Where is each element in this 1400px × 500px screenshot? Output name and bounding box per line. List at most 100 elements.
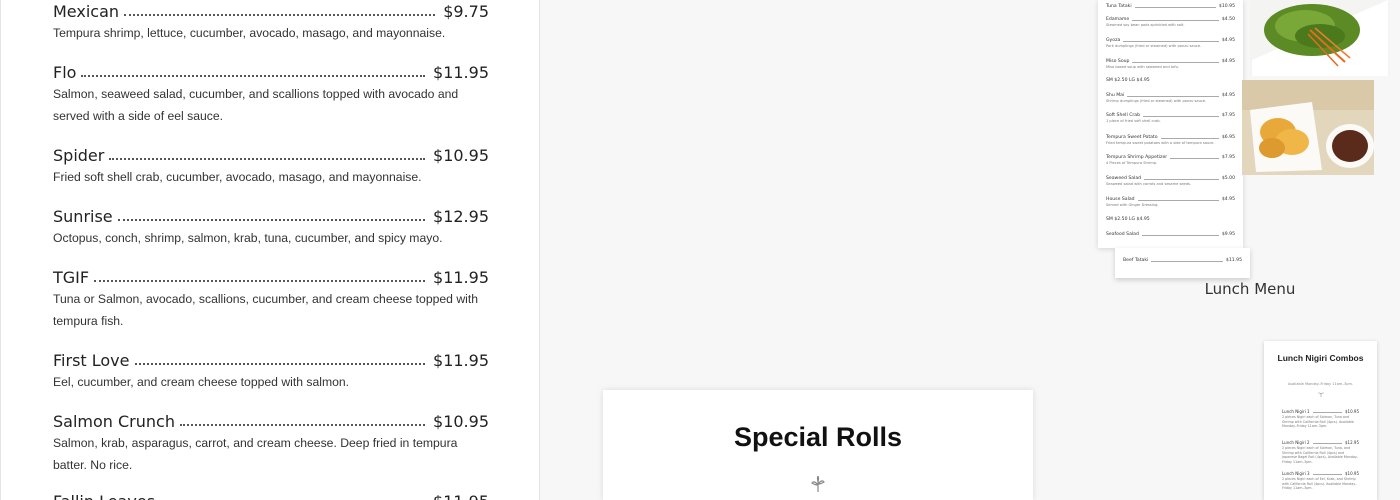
mini-item-name: Beef Tataki	[1123, 258, 1149, 263]
mini-item-price: $12.95	[1345, 440, 1359, 445]
mini-item-desc: 2 pieces Nigiri each of Salmon, Tuna, an…	[1282, 446, 1359, 464]
item-price: $9.75	[443, 2, 489, 21]
nigiri-combo-row: Lunch Nigiri 3 $10.95 2 pieces Nigiri each…	[1282, 471, 1359, 491]
leader-dots	[179, 424, 426, 426]
leader-line	[1312, 474, 1342, 475]
mini-item-name: Edamame	[1106, 17, 1130, 22]
leader-dots	[124, 14, 436, 16]
menu-item: Spider $10.95 Fried soft shell crab, cucu…	[53, 146, 489, 189]
lunch-menu-thumbnail-page-2[interactable]: Beef Tataki $11.95	[1115, 248, 1250, 278]
mini-item-name: Miso Soup	[1106, 59, 1130, 64]
item-price: $10.95	[433, 412, 489, 431]
mini-menu-row: Miso Soup $4.95 Miso based soup with seawe…	[1106, 59, 1235, 69]
item-price: $11.95	[433, 492, 489, 500]
item-description: Fried soft shell crab, cucumber, avocado…	[53, 170, 422, 184]
mini-item-name: Lunch Nigiri 2	[1282, 440, 1310, 445]
leader-dots	[81, 75, 426, 77]
item-price: $12.95	[433, 207, 489, 226]
mini-item-desc: Seaweed salad with carrots and sesame se…	[1106, 182, 1192, 186]
leader-line	[1137, 200, 1219, 201]
mini-item-price: $4.95	[1221, 38, 1235, 43]
mini-menu-row: Edamame $4.50 Steamed soy bean pods sprink…	[1106, 17, 1235, 27]
mini-menu-row: Seaweed Salad $5.00 Seaweed salad with car…	[1106, 176, 1235, 186]
menu-item: Fallin Leaves $11.95	[53, 492, 489, 500]
leader-line	[1143, 116, 1219, 117]
menu-item: Sunrise $12.95 Octopus, conch, shrimp, sa…	[53, 207, 489, 250]
special-rolls-card[interactable]: Special Rolls	[603, 390, 1033, 500]
leader-dots	[109, 158, 426, 160]
mini-item-name: Seaweed Salad	[1106, 176, 1142, 181]
mini-item-price: $7.95	[1221, 155, 1235, 160]
mini-item-price: $11.95	[1225, 258, 1242, 263]
item-price: $11.95	[433, 63, 489, 82]
item-description: Eel, cucumber, and cream cheese topped w…	[53, 375, 350, 389]
leader-line	[1134, 7, 1216, 8]
mini-item-price: $4.95	[1221, 59, 1235, 64]
mini-item-desc: Shrimp dumplings (fried or steamed) with…	[1106, 99, 1207, 103]
leader-dots	[94, 280, 426, 282]
mini-menu-row: House Salad $4.95 Served with Ginger Dress…	[1106, 197, 1235, 207]
leader-line	[1123, 41, 1219, 42]
mini-item-name: Lunch Nigiri 3	[1282, 471, 1310, 476]
item-name: Mexican	[53, 2, 120, 21]
mini-item-desc: 4 Pieces of Tempura Shrimp.	[1106, 161, 1158, 165]
leader-line	[1312, 412, 1342, 413]
tempura-photo[interactable]	[1242, 80, 1374, 175]
sprout-icon	[811, 476, 825, 492]
item-name: Sunrise	[53, 207, 113, 226]
mini-menu-row: Seafood Salad $9.95	[1106, 232, 1235, 237]
mini-item-desc: Miso based soup with seaweed and tofu.	[1106, 65, 1180, 69]
item-description: Tuna or Salmon, avocado, scallions, cucu…	[53, 292, 478, 328]
item-description: Salmon, seaweed salad, cucumber, and sca…	[53, 87, 459, 123]
mini-item-price: $7.95	[1221, 113, 1235, 118]
mini-item-desc: 1 piece of fried soft shell crab.	[1106, 119, 1161, 123]
mini-item-desc: 2 pieces Nigiri each of Salmon, Tuna and…	[1282, 415, 1354, 429]
mini-item-desc: 2 pieces Nigiri each of Eel, Krab, and S…	[1282, 477, 1357, 491]
mini-item-name: Gyoza	[1106, 38, 1121, 43]
item-description: Salmon, krab, asparagus, carrot, and cre…	[53, 436, 458, 472]
leader-line	[1141, 235, 1219, 236]
mini-item-price: $10.95	[1218, 4, 1235, 9]
item-price: $10.95	[433, 146, 489, 165]
mini-menu-row: Tuna Tataki $10.95	[1106, 4, 1235, 9]
mini-item-name: SM $2.50 LG $4.95	[1106, 217, 1150, 222]
lunch-nigiri-combos-thumbnail[interactable]: Lunch Nigiri Combos Available Monday–Fri…	[1264, 341, 1377, 500]
mini-item-price: $4.50	[1221, 17, 1235, 22]
leader-line	[1151, 261, 1223, 262]
item-price: $11.95	[433, 351, 489, 370]
mini-menu-row: Soft Shell Crab $7.95 1 piece of fried sof…	[1106, 113, 1235, 123]
item-description: Tempura shrimp, lettuce, cucumber, avoca…	[53, 26, 446, 40]
mini-item-name: Tuna Tataki	[1106, 4, 1132, 9]
item-description: Octopus, conch, shrimp, salmon, krab, tu…	[53, 231, 443, 245]
mini-item-name: Seafood Salad	[1106, 232, 1139, 237]
mini-item-name: Soft Shell Crab	[1106, 113, 1141, 118]
leader-line	[1160, 138, 1219, 139]
item-price: $11.95	[433, 268, 489, 287]
mini-item-desc: Steamed soy bean pods sprinkled with sal…	[1106, 23, 1185, 27]
rolls-menu-panel: Mexican $9.75 Tempura shrimp, lettuce, cu…	[0, 0, 540, 500]
item-name: First Love	[53, 351, 130, 370]
lunch-menu-caption[interactable]: Lunch Menu	[1180, 280, 1320, 298]
special-rolls-title: Special Rolls	[733, 422, 903, 452]
item-name: TGIF	[53, 268, 90, 287]
nigiri-combo-row: Lunch Nigiri 2 $12.95 2 pieces Nigiri each…	[1282, 440, 1359, 464]
nigiri-doc-subtitle: Available Monday–Friday 11am–3pm.	[1288, 382, 1353, 386]
mini-menu-row: SM $2.50 LG $4.95	[1106, 78, 1235, 83]
menu-item: First Love $11.95 Eel, cucumber, and crea…	[53, 351, 489, 394]
mini-menu-row: Gyoza $4.95 Pork dumplings (fried or steam…	[1106, 38, 1235, 48]
mini-item-price: $10.95	[1345, 409, 1359, 414]
lunch-menu-thumbnail[interactable]: Tuna Tataki $10.95 Edamame $4.50 Steamed soy…	[1098, 0, 1243, 248]
sprout-icon	[1318, 392, 1324, 397]
mini-menu-row: SM $2.50 LG $4.95	[1106, 217, 1235, 222]
nigiri-combo-row: Lunch Nigiri 1 $10.95 2 pieces Nigiri each…	[1282, 409, 1359, 429]
seaweed-salad-photo[interactable]	[1250, 0, 1390, 76]
leader-dots	[117, 219, 426, 221]
mini-item-name: SM $2.50 LG $4.95	[1106, 78, 1150, 83]
menu-item: Salmon Crunch $10.95 Salmon, krab, aspara…	[53, 412, 489, 476]
mini-menu-row: Tempura Sweet Potato $6.95 Fried tempura s…	[1106, 135, 1235, 145]
mini-menu-row: Tempura Shrimp Appetizer $7.95 4 Pieces of…	[1106, 155, 1235, 165]
leader-line	[1144, 179, 1219, 180]
item-name: Flo	[53, 63, 77, 82]
item-name: Spider	[53, 146, 105, 165]
mini-item-desc: Fried tempura sweet potatoes with a side…	[1106, 141, 1215, 145]
